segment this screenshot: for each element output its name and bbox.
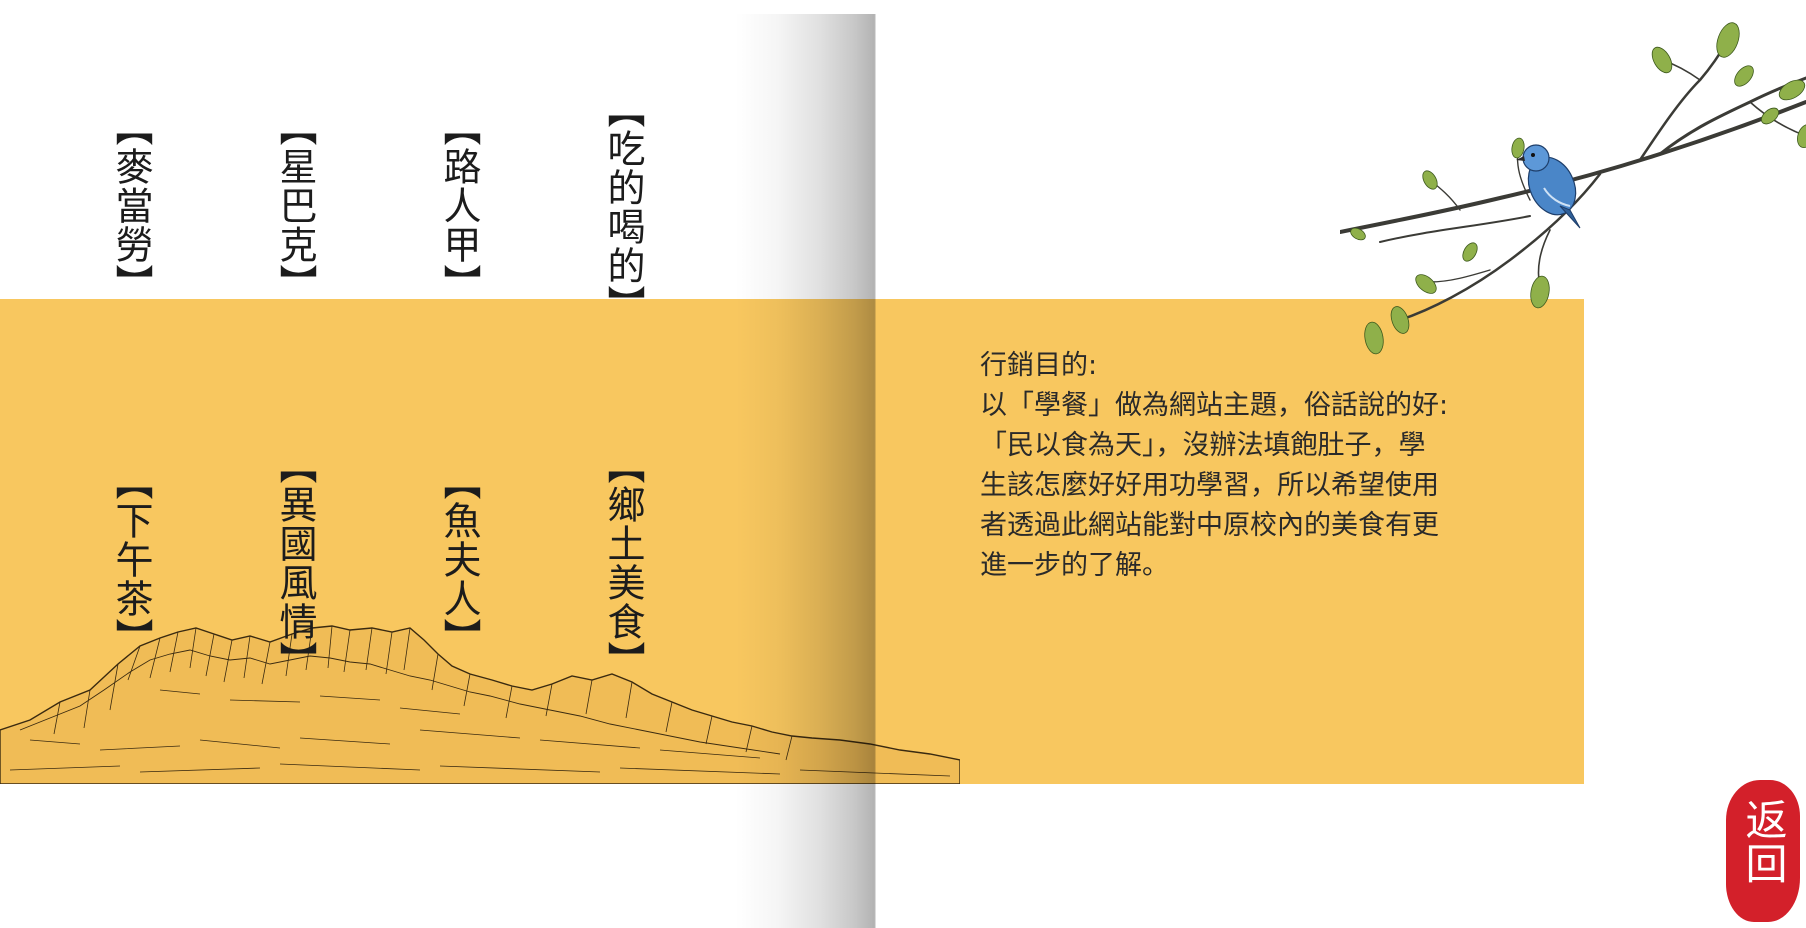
- marketing-description: 行銷目的: 以「學餐」做為網站主題，俗話說的好: 「民以食為天」，沒辦法填飽肚子…: [980, 350, 1449, 581]
- menu-item-exotic-style[interactable]: 【異國風情】: [273, 446, 317, 680]
- back-button[interactable]: 返回: [1726, 780, 1800, 922]
- menu-item-fishermans-wife[interactable]: 【魚夫人】: [437, 462, 481, 657]
- back-button-label: 返回: [1739, 798, 1788, 886]
- bird-icon: [1516, 144, 1581, 229]
- menu-item-passerby[interactable]: 【路人甲】: [437, 108, 481, 303]
- menu-item-mcdonalds[interactable]: 【麥當勞】: [109, 108, 153, 303]
- menu-item-eat-drink[interactable]: 【吃的喝的】: [601, 90, 645, 324]
- book-page: 【吃的喝的】 【路人甲】 【星巴克】 【麥當勞】 【鄉土美食】 【魚夫人】 【異…: [0, 0, 1806, 928]
- menu-item-starbucks[interactable]: 【星巴克】: [273, 108, 317, 303]
- branch-with-bird-illustration: [1340, 22, 1806, 355]
- menu-item-local-food[interactable]: 【鄉土美食】: [601, 446, 645, 680]
- menu-item-afternoon-tea[interactable]: 【下午茶】: [109, 462, 153, 657]
